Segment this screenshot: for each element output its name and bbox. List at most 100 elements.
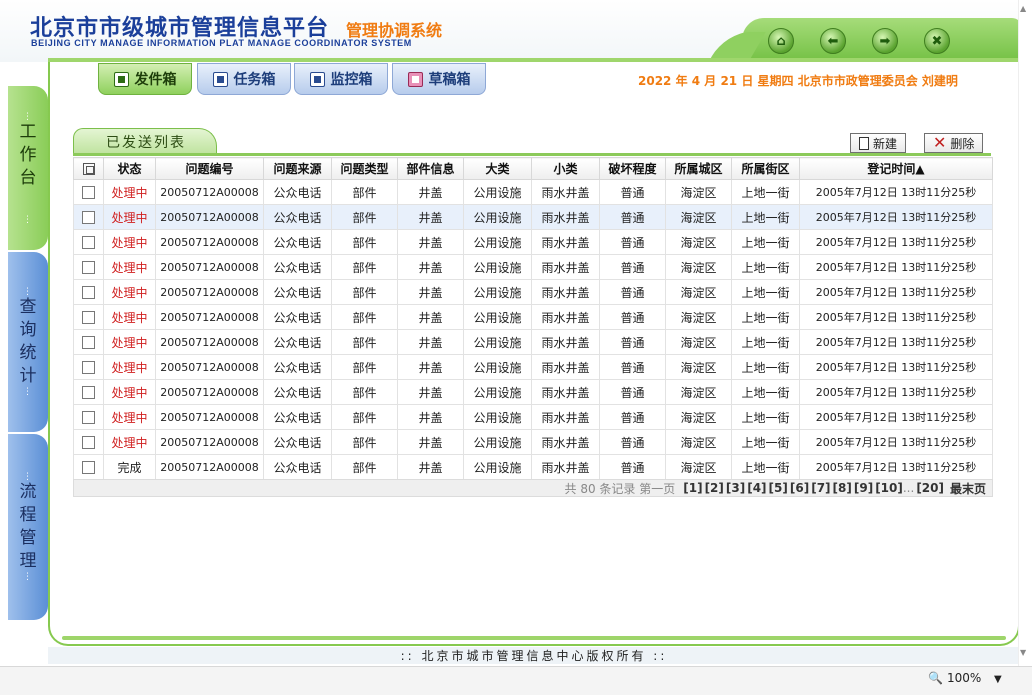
row-checkbox[interactable]	[82, 311, 95, 324]
last-page-link[interactable]: 最末页	[950, 480, 986, 497]
table-cell: 公众电话	[263, 304, 332, 330]
table-cell: 公用设施	[463, 179, 532, 205]
sidebar-item-query-stats[interactable]: ⋮ 查 询 统 计 ⋮	[8, 252, 48, 432]
table-cell: 上地一街	[731, 204, 800, 230]
page-number-link[interactable]: [3]	[726, 481, 745, 495]
tab-task-box[interactable]: 任务箱	[197, 63, 291, 95]
sidebar-char: 询	[19, 320, 37, 340]
table-row[interactable]: 处理中 20050712A00008 公众电话 部件 井盖 公用设施 雨水井盖 普通 海淀区 上地…	[73, 379, 993, 405]
table-row[interactable]: 完成 20050712A00008 公众电话 部件 井盖 公用设施 雨水井盖 普通 海淀区 上地一…	[73, 454, 993, 480]
new-button[interactable]: 新建	[850, 133, 907, 153]
row-checkbox[interactable]	[82, 261, 95, 274]
table-cell: 部件	[331, 404, 398, 430]
table-cell: 处理中	[103, 204, 156, 230]
sent-list-tab[interactable]: 已发送列表	[73, 128, 217, 154]
table-cell: 部件	[331, 229, 398, 255]
frame-bottom-rule	[62, 636, 1006, 640]
column-header[interactable]: 小类	[531, 157, 600, 180]
page-number-link[interactable]: [5]	[769, 481, 788, 495]
column-header[interactable]: 所属街区	[731, 157, 800, 180]
delete-button[interactable]: ✕ 删除	[924, 133, 984, 153]
table-row[interactable]: 处理中 20050712A00008 公众电话 部件 井盖 公用设施 雨水井盖 普通 海淀区 上地…	[73, 229, 993, 255]
table-cell: 处理中	[103, 429, 156, 455]
zoom-level: 100%	[946, 671, 982, 685]
scroll-up-icon[interactable]: ▲	[1020, 4, 1026, 13]
table-cell: 部件	[331, 429, 398, 455]
row-checkbox[interactable]	[82, 286, 95, 299]
tab-draft-box[interactable]: 草稿箱	[392, 63, 486, 95]
page-number-link[interactable]: [4]	[747, 481, 766, 495]
home-icon[interactable]: ⌂	[768, 28, 794, 54]
table-cell: 20050712A00008	[155, 354, 264, 380]
close-icon[interactable]: ✖	[924, 28, 950, 54]
table-cell: 上地一街	[731, 454, 800, 480]
table-cell: 普通	[599, 229, 666, 255]
column-header[interactable]: 问题来源	[263, 157, 332, 180]
column-header[interactable]: 问题编号	[155, 157, 264, 180]
table-row[interactable]: 处理中 20050712A00008 公众电话 部件 井盖 公用设施 雨水井盖 普通 海淀区 上地…	[73, 354, 993, 380]
table-row[interactable]: 处理中 20050712A00008 公众电话 部件 井盖 公用设施 雨水井盖 普通 海淀区 上地…	[73, 429, 993, 455]
back-arrow-icon[interactable]: ⬅	[820, 28, 846, 54]
sidebar-char: 台	[19, 167, 37, 188]
tab-monitor-box[interactable]: 监控箱	[294, 63, 388, 95]
column-header[interactable]: 破坏程度	[599, 157, 666, 180]
page-number-link[interactable]: [8]	[833, 481, 852, 495]
table-row[interactable]: 处理中 20050712A00008 公众电话 部件 井盖 公用设施 雨水井盖 普通 海淀区 上地…	[73, 204, 993, 230]
monitor-box-icon	[309, 71, 325, 87]
table-row[interactable]: 处理中 20050712A00008 公众电话 部件 井盖 公用设施 雨水井盖 普通 海淀区 上地…	[73, 254, 993, 280]
page-number-link[interactable]: [7]	[811, 481, 830, 495]
new-document-icon	[859, 136, 869, 150]
row-checkbox[interactable]	[82, 361, 95, 374]
last-page-number[interactable]: [20]	[916, 481, 944, 495]
select-all-checkbox[interactable]	[73, 157, 104, 180]
row-checkbox[interactable]	[82, 461, 95, 474]
zoom-control[interactable]: 🔍 100%	[928, 671, 981, 685]
table-cell: 处理中	[103, 179, 156, 205]
page-number-link[interactable]: [6]	[790, 481, 809, 495]
table-cell: 部件	[331, 204, 398, 230]
vertical-scrollbar[interactable]	[1018, 0, 1032, 666]
table-cell: 海淀区	[665, 304, 732, 330]
column-header[interactable]: 部件信息	[397, 157, 464, 180]
table-row[interactable]: 处理中 20050712A00008 公众电话 部件 井盖 公用设施 雨水井盖 普通 海淀区 上地…	[73, 329, 993, 355]
column-header[interactable]: 状态	[103, 157, 156, 180]
sidebar-char: 计	[19, 366, 37, 386]
table-cell: 部件	[331, 179, 398, 205]
table-row[interactable]: 处理中 20050712A00008 公众电话 部件 井盖 公用设施 雨水井盖 普通 海淀区 上地…	[73, 179, 993, 205]
row-checkbox[interactable]	[82, 336, 95, 349]
row-checkbox-cell	[73, 354, 104, 380]
row-checkbox[interactable]	[82, 186, 95, 199]
page-number-link[interactable]: [9]	[854, 481, 873, 495]
column-header[interactable]: 问题类型	[331, 157, 398, 180]
table-cell: 上地一街	[731, 329, 800, 355]
row-checkbox[interactable]	[82, 236, 95, 249]
column-header[interactable]: 大类	[463, 157, 532, 180]
page-number-link[interactable]: [1]	[683, 481, 702, 495]
table-row[interactable]: 处理中 20050712A00008 公众电话 部件 井盖 公用设施 雨水井盖 普通 海淀区 上地…	[73, 304, 993, 330]
sidebar-item-workbench[interactable]: ⋮ 工 作 台 ⋮	[8, 86, 48, 250]
forward-arrow-icon[interactable]: ➡	[872, 28, 898, 54]
row-checkbox[interactable]	[82, 211, 95, 224]
row-checkbox[interactable]	[82, 436, 95, 449]
zoom-dropdown-icon[interactable]: ▼	[994, 674, 1002, 685]
page-number-link[interactable]: [2]	[705, 481, 724, 495]
column-header[interactable]: 所属城区	[665, 157, 732, 180]
table-cell: 井盖	[397, 379, 464, 405]
column-header-sorted[interactable]: 登记时间▲	[799, 157, 993, 180]
row-checkbox[interactable]	[82, 411, 95, 424]
table-cell: 上地一街	[731, 254, 800, 280]
table-cell: 海淀区	[665, 229, 732, 255]
delete-button-label: 删除	[950, 136, 975, 151]
table-cell: 公众电话	[263, 279, 332, 305]
sidebar-item-process-mgmt[interactable]: ⋮ 流 程 管 理 ⋮	[8, 434, 48, 620]
sidebar-char: 工	[19, 121, 37, 142]
page-number-link[interactable]: [10]	[875, 481, 903, 495]
tab-outbox[interactable]: 发件箱	[98, 63, 192, 95]
table-cell: 处理中	[103, 304, 156, 330]
table-row[interactable]: 处理中 20050712A00008 公众电话 部件 井盖 公用设施 雨水井盖 普通 海淀区 上地…	[73, 404, 993, 430]
table-cell: 雨水井盖	[531, 254, 600, 280]
list-divider	[73, 153, 991, 156]
row-checkbox[interactable]	[82, 386, 95, 399]
scroll-down-icon[interactable]: ▼	[1020, 648, 1026, 657]
table-row[interactable]: 处理中 20050712A00008 公众电话 部件 井盖 公用设施 雨水井盖 普通 海淀区 上地…	[73, 279, 993, 305]
